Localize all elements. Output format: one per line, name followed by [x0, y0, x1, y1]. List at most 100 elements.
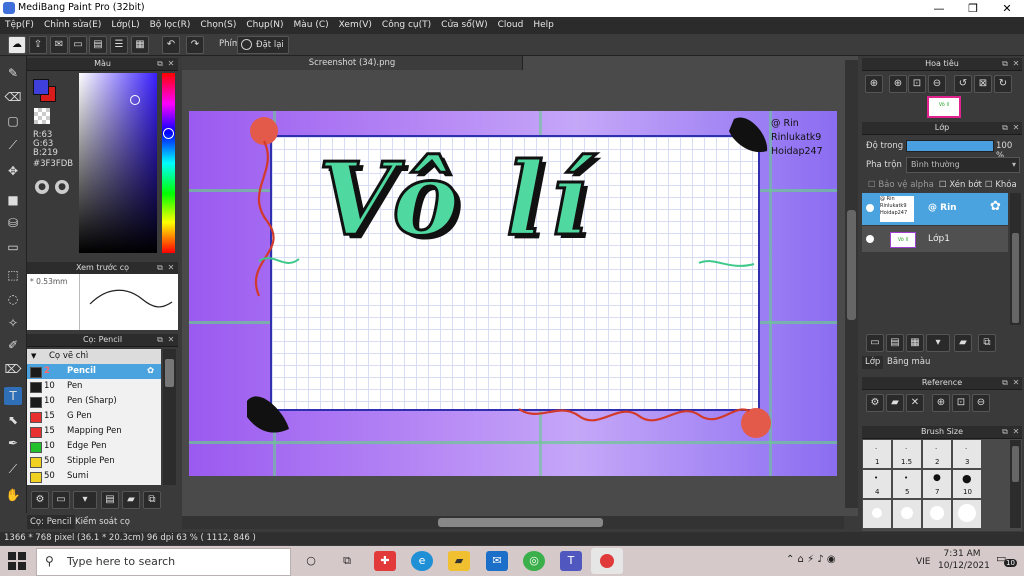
close-button[interactable]: ✕	[990, 0, 1024, 17]
text-tool-icon[interactable]: T	[4, 387, 22, 405]
horizontal-scrollbar[interactable]	[182, 516, 844, 529]
panel-popout-icon[interactable]: ⧉	[1000, 426, 1010, 438]
brush-item[interactable]: 10 Pen	[27, 379, 161, 394]
reset-button[interactable]: Đặt lại	[237, 36, 289, 54]
palette-settings-icon[interactable]: ●	[55, 180, 69, 194]
blend-mode-select[interactable]: Bình thường ▾	[906, 157, 1020, 173]
magic-wand-tool-icon[interactable]: ✧	[4, 314, 22, 332]
move-tool-icon[interactable]: ✥	[4, 162, 22, 180]
scroll-thumb[interactable]	[1012, 233, 1019, 323]
layer-row[interactable]: @ Rin Rinlukatk9 Hoidap247 @ Rin ✿	[862, 193, 1008, 225]
comment-icon[interactable]: ✉	[50, 36, 68, 54]
brush-item[interactable]: 2 Pencil ✿	[27, 364, 161, 379]
brush-item[interactable]: 10 Edge Pen	[27, 439, 161, 454]
add-menu-icon[interactable]: ▾	[73, 491, 97, 509]
brush-size-cell[interactable]: · 2	[923, 440, 951, 468]
tab-material[interactable]: Băng màu	[884, 356, 933, 369]
rectangle-tool-icon[interactable]: ▢	[4, 112, 22, 130]
new-layer-icon[interactable]: ▭	[866, 334, 884, 352]
minimize-button[interactable]: —	[922, 0, 956, 17]
fill-rect-tool-icon[interactable]: ■	[4, 191, 22, 209]
menu-file[interactable]: Tệp(F)	[0, 17, 39, 34]
new-halftone-layer-icon[interactable]: ▦	[906, 334, 924, 352]
opacity-slider[interactable]	[906, 140, 994, 152]
panel-popout-icon[interactable]: ⧉	[155, 58, 165, 70]
brush-group-header[interactable]: ▼ Cọ vẽ chì	[27, 349, 161, 364]
panel-close-icon[interactable]: ✕	[1011, 122, 1021, 134]
medibang-taskbar-icon[interactable]	[591, 548, 623, 574]
panel-close-icon[interactable]: ✕	[1011, 58, 1021, 70]
brush-tool-icon[interactable]: ✎	[4, 64, 22, 82]
redo-icon[interactable]: ↷	[186, 36, 204, 54]
new-file-icon[interactable]: ▭	[69, 36, 87, 54]
fit-icon[interactable]: ⊡	[952, 394, 970, 412]
taskbar-clock[interactable]: 7:31 AM 10/12/2021	[938, 548, 990, 572]
visibility-icon[interactable]	[866, 235, 874, 243]
grid-icon[interactable]: ▦	[131, 36, 149, 54]
rotate-left-icon[interactable]: ↺	[954, 75, 972, 93]
delete-brush-icon[interactable]: ▤	[101, 491, 119, 509]
folder-icon[interactable]: ▰	[122, 491, 140, 509]
panel-close-icon[interactable]: ✕	[166, 262, 176, 274]
cloud-icon[interactable]: ☁	[8, 36, 26, 54]
operation-tool-icon[interactable]: ⬉	[4, 411, 22, 429]
save-icon[interactable]: ▤	[89, 36, 107, 54]
mail-icon[interactable]: ✉	[486, 551, 508, 571]
brush-size-cell[interactable]: • 5	[893, 470, 921, 498]
bucket-tool-icon[interactable]: ⛁	[4, 214, 22, 232]
visibility-icon[interactable]	[866, 204, 874, 212]
menu-edit[interactable]: Chỉnh sửa(E)	[39, 17, 106, 34]
chrome-like-app-icon[interactable]: ◎	[523, 551, 545, 571]
brush-settings-icon[interactable]: ✿	[147, 364, 154, 379]
zoom-in-icon[interactable]: ⊕	[865, 75, 883, 93]
duplicate-icon[interactable]: ⧉	[978, 334, 996, 352]
open-folder-icon[interactable]: ▰	[886, 394, 904, 412]
teams-icon[interactable]: T	[560, 551, 582, 571]
zoom-out-icon[interactable]: ⊖	[972, 394, 990, 412]
tab-brush[interactable]: Cọ: Pencil	[27, 515, 75, 529]
protect-alpha-checkbox[interactable]: ☐ Bảo vệ alpha	[868, 180, 934, 190]
panel-close-icon[interactable]: ✕	[166, 334, 176, 346]
brush-item[interactable]: 15 Mapping Pen	[27, 424, 161, 439]
transparent-color-swatch[interactable]	[34, 108, 50, 124]
palette-icon[interactable]: ●	[35, 180, 49, 194]
panel-popout-icon[interactable]: ⧉	[1000, 58, 1010, 70]
menu-select[interactable]: Chọn(S)	[195, 17, 241, 34]
menu-layer[interactable]: Lớp(L)	[106, 17, 144, 34]
brush-size-cell[interactable]	[893, 500, 921, 528]
scroll-thumb[interactable]	[165, 359, 174, 387]
menu-tools[interactable]: Công cụ(T)	[377, 17, 436, 34]
vertical-scrollbar[interactable]	[845, 60, 858, 508]
layer-row[interactable]: Vô lí Lớp1	[862, 226, 1008, 252]
menu-cloud[interactable]: Cloud	[493, 17, 529, 34]
select-eraser-tool-icon[interactable]: ⌦	[4, 360, 22, 378]
panel-close-icon[interactable]: ✕	[166, 58, 176, 70]
upload-icon[interactable]: ⇪	[29, 36, 47, 54]
zoom-in-icon[interactable]: ⊕	[889, 75, 907, 93]
taskbar-search[interactable]: ⚲ Type here to search	[36, 548, 291, 576]
zoom-in-icon[interactable]: ⊕	[932, 394, 950, 412]
menu-help[interactable]: Help	[528, 17, 559, 34]
maximize-button[interactable]: ❐	[956, 0, 990, 17]
eraser-tool-icon[interactable]: ⌫	[4, 88, 22, 106]
task-view-icon[interactable]: ⧉	[336, 551, 358, 571]
layer-scrollbar[interactable]	[1010, 193, 1021, 325]
hue-cursor[interactable]	[163, 128, 174, 139]
edge-browser-icon[interactable]: e	[411, 551, 433, 571]
undo-icon[interactable]: ↶	[162, 36, 180, 54]
new-raster-layer-icon[interactable]: ▤	[886, 334, 904, 352]
panel-popout-icon[interactable]: ⧉	[1000, 122, 1010, 134]
panel-popout-icon[interactable]: ⧉	[155, 334, 165, 346]
line-tool-icon[interactable]: ⟋	[4, 136, 22, 154]
menu-window[interactable]: Cửa sổ(W)	[436, 17, 492, 34]
hue-slider[interactable]	[162, 73, 175, 253]
document-tab[interactable]: Screenshot (34).png	[182, 56, 523, 70]
layer-settings-icon[interactable]: ✿	[990, 199, 1001, 214]
saturation-value-picker[interactable]	[79, 73, 157, 253]
fit-icon[interactable]: ⊡	[908, 75, 926, 93]
scroll-thumb[interactable]	[1012, 446, 1019, 482]
panel-popout-icon[interactable]: ⧉	[155, 262, 165, 274]
hand-tool-icon[interactable]: ✋	[4, 486, 22, 504]
windows-start-icon[interactable]	[8, 552, 26, 570]
panel-popout-icon[interactable]: ⧉	[1000, 377, 1010, 389]
